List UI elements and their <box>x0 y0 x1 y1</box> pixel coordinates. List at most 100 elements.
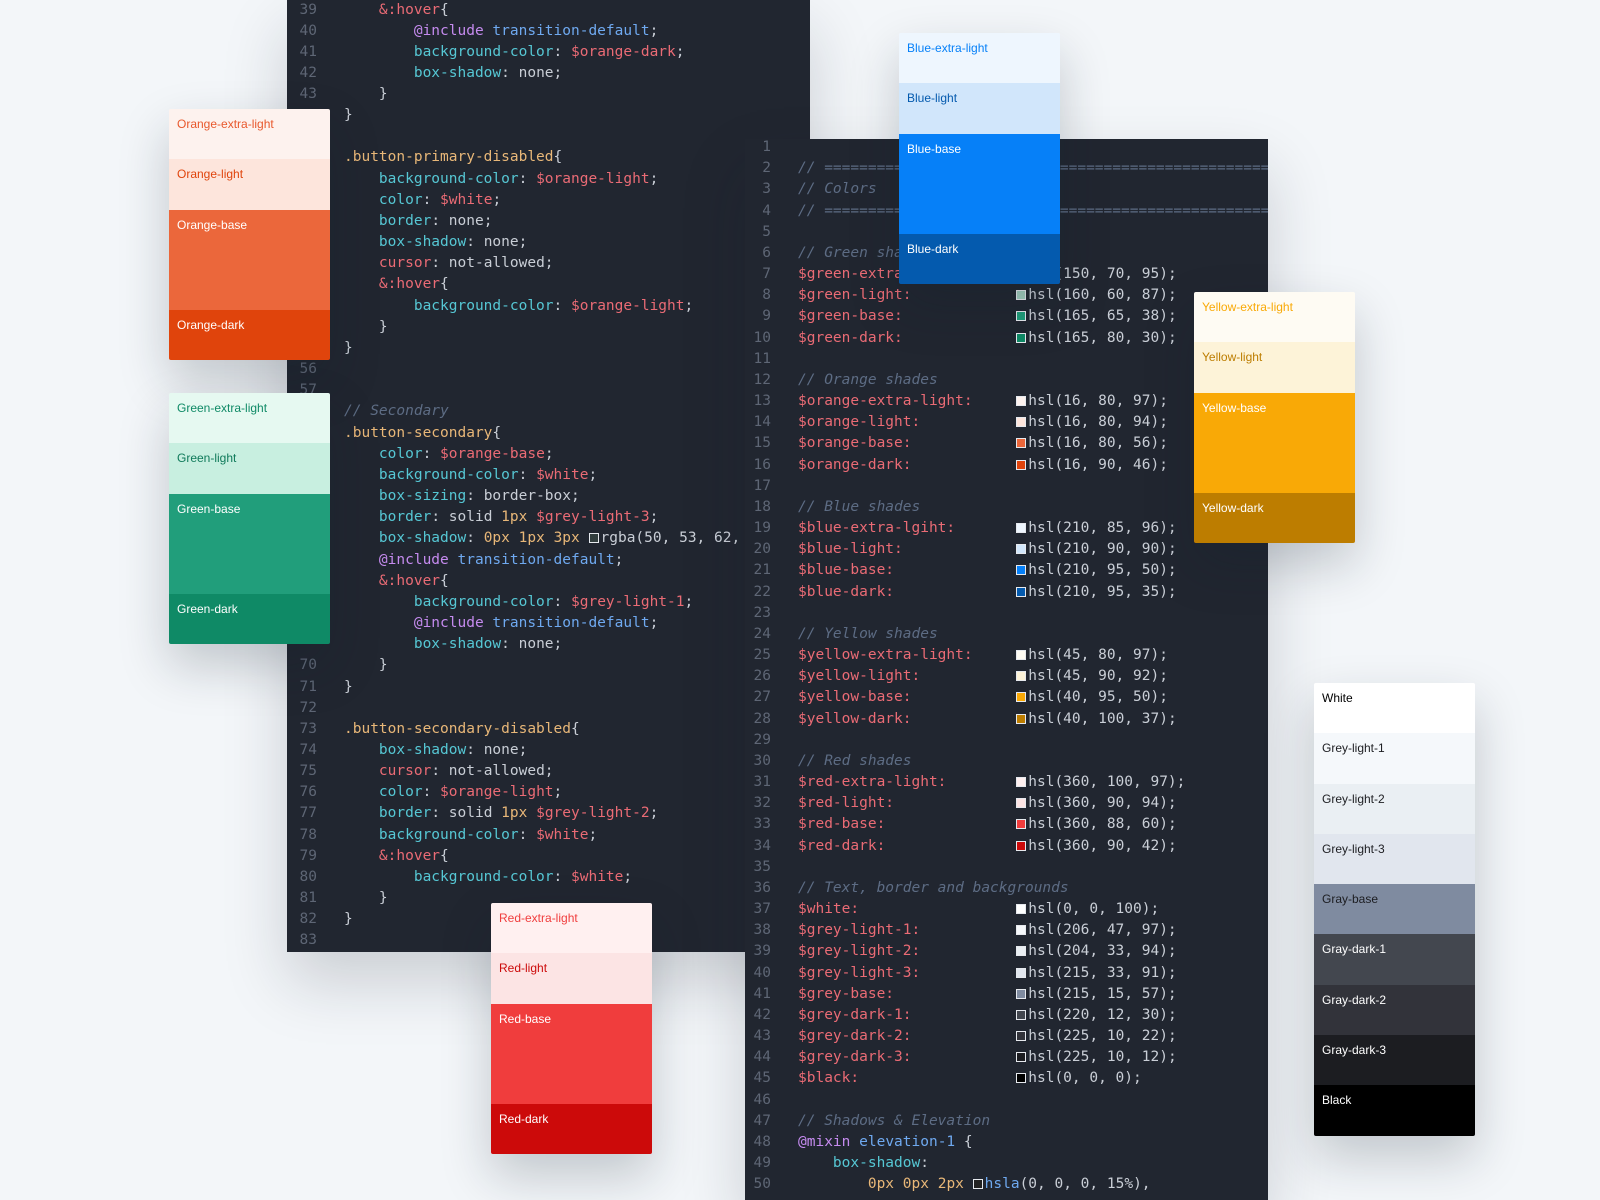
code-token: @include <box>414 23 484 39</box>
code-token: hsl(225, 10, 12); <box>1028 1049 1176 1065</box>
code-token: hsl(220, 12, 30); <box>1028 1007 1176 1023</box>
code-token: background-color <box>414 298 554 314</box>
code-line: 37$white: hsl(0, 0, 100); <box>745 899 1268 920</box>
code-line: background-color: $orange-light; <box>287 296 810 317</box>
swatch-label: Black <box>1322 1093 1351 1107</box>
code-token <box>912 435 1017 451</box>
code-token: : <box>554 594 571 610</box>
code-token: : solid <box>431 509 501 525</box>
code-text: $white: hsl(0, 0, 100); <box>798 899 1159 920</box>
code-token <box>920 965 1016 981</box>
color-swatch-icon <box>1016 968 1026 978</box>
code-token: : <box>554 44 571 60</box>
code-token <box>920 922 1016 938</box>
line-number: 28 <box>745 709 771 730</box>
code-token: background-color <box>379 827 519 843</box>
code-token: { <box>440 848 449 864</box>
code-token <box>885 816 1016 832</box>
code-token: hsl(215, 33, 91); <box>1028 965 1176 981</box>
code-line: 72 <box>287 698 810 719</box>
code-token: $grey-light-3 <box>536 509 650 525</box>
code-token: $grey-dark-1: <box>798 1007 912 1023</box>
code-token: // Yellow shades <box>798 626 938 642</box>
code-text: box-shadow: none; <box>344 634 562 655</box>
code-line: 74 box-shadow: none; <box>287 740 810 761</box>
swatch-grey-light-2: Grey-light-2 <box>1314 784 1475 834</box>
swatch-yellow-extra-light: Yellow-extra-light <box>1194 292 1355 342</box>
palette-grey: WhiteGrey-light-1Grey-light-2Grey-light-… <box>1314 683 1475 1136</box>
code-editor-colors[interactable]: 12// ===================================… <box>745 139 1268 1200</box>
code-text: $grey-dark-3: hsl(225, 10, 12); <box>798 1047 1177 1068</box>
code-token: hsl(206, 47, 97); <box>1028 922 1176 938</box>
code-text: } <box>344 317 388 338</box>
code-token <box>912 711 1017 727</box>
line-number: 48 <box>745 1132 771 1153</box>
code-token <box>920 943 1016 959</box>
code-text: } <box>344 338 353 359</box>
code-text: color: $orange-light; <box>344 782 562 803</box>
line-number: 47 <box>745 1111 771 1132</box>
code-token <box>344 23 414 39</box>
code-token <box>344 657 379 673</box>
code-text: $yellow-dark: hsl(40, 100, 37); <box>798 709 1177 730</box>
color-swatch-icon <box>1016 1010 1026 1020</box>
code-line: // Secondary <box>287 401 810 422</box>
code-token: { <box>440 573 449 589</box>
swatch-blue-dark: Blue-dark <box>899 234 1060 284</box>
line-number: 44 <box>745 1047 771 1068</box>
code-token: { <box>571 721 580 737</box>
color-swatch-icon <box>1016 904 1026 914</box>
code-token <box>344 890 379 906</box>
code-token: hsl(16, 80, 97); <box>1028 393 1168 409</box>
color-swatch-icon <box>1016 777 1026 787</box>
line-number: 46 <box>745 1090 771 1111</box>
swatch-label: Orange-dark <box>177 318 244 332</box>
line-number: 56 <box>287 359 317 380</box>
line-number: 43 <box>287 84 317 105</box>
code-line: 39$grey-light-2: hsl(204, 33, 94); <box>745 941 1268 962</box>
code-line: 76 color: $orange-light; <box>287 782 810 803</box>
code-text: $grey-dark-2: hsl(225, 10, 22); <box>798 1026 1177 1047</box>
code-line: box-shadow: none; <box>287 634 810 655</box>
code-token: ; <box>492 192 501 208</box>
code-text: box-shadow: 0px 1px 3px rgba(50, 53, 62,… <box>344 528 793 549</box>
code-line: 50 0px 0px 2px hsla(0, 0, 0, 15%), <box>745 1174 1268 1195</box>
swatch-blue-light: Blue-light <box>899 83 1060 133</box>
line-number: 7 <box>745 264 771 285</box>
code-text: $red-light: hsl(360, 90, 94); <box>798 793 1177 814</box>
code-text: $orange-base: hsl(16, 80, 56); <box>798 433 1168 454</box>
code-token: .button-secondary-disabled <box>344 721 571 737</box>
code-token: : border-box; <box>466 488 580 504</box>
code-line: 14$orange-light: hsl(16, 80, 94); <box>745 412 1268 433</box>
color-swatch-icon <box>1016 946 1026 956</box>
code-token: hsl(360, 90, 94); <box>1028 795 1176 811</box>
code-token: hsl(16, 90, 46); <box>1028 457 1168 473</box>
code-token <box>344 446 379 462</box>
code-token <box>929 1176 938 1192</box>
line-number: 1 <box>745 139 771 158</box>
code-token <box>912 1028 1017 1044</box>
code-token <box>344 192 379 208</box>
code-line: 78 background-color: $white; <box>287 825 810 846</box>
code-token: $red-extra-light: <box>798 774 946 790</box>
line-number: 74 <box>287 740 317 761</box>
color-swatch-icon <box>1016 333 1026 343</box>
code-line: 41$grey-base: hsl(215, 15, 57); <box>745 984 1268 1005</box>
code-line: background-color: $grey-light-1; <box>287 592 810 613</box>
color-swatch-icon <box>1016 523 1026 533</box>
code-text: $yellow-base: hsl(40, 95, 50); <box>798 687 1168 708</box>
code-token: { <box>554 149 563 165</box>
code-token <box>885 838 1016 854</box>
code-token: : <box>466 530 483 546</box>
code-line: 40$grey-light-3: hsl(215, 33, 91); <box>745 963 1268 984</box>
code-text: cursor: not-allowed; <box>344 761 554 782</box>
code-token <box>955 520 1016 536</box>
code-editor-buttons[interactable]: 39 &:hover{40 @include transition-defaul… <box>287 0 810 952</box>
code-text: // Shadows & Elevation <box>798 1111 990 1132</box>
code-token: color <box>379 446 423 462</box>
code-token: $red-light: <box>798 795 894 811</box>
line-number: 19 <box>745 518 771 539</box>
line-number: 36 <box>745 878 771 899</box>
line-number: 43 <box>745 1026 771 1047</box>
code-token <box>912 1007 1017 1023</box>
